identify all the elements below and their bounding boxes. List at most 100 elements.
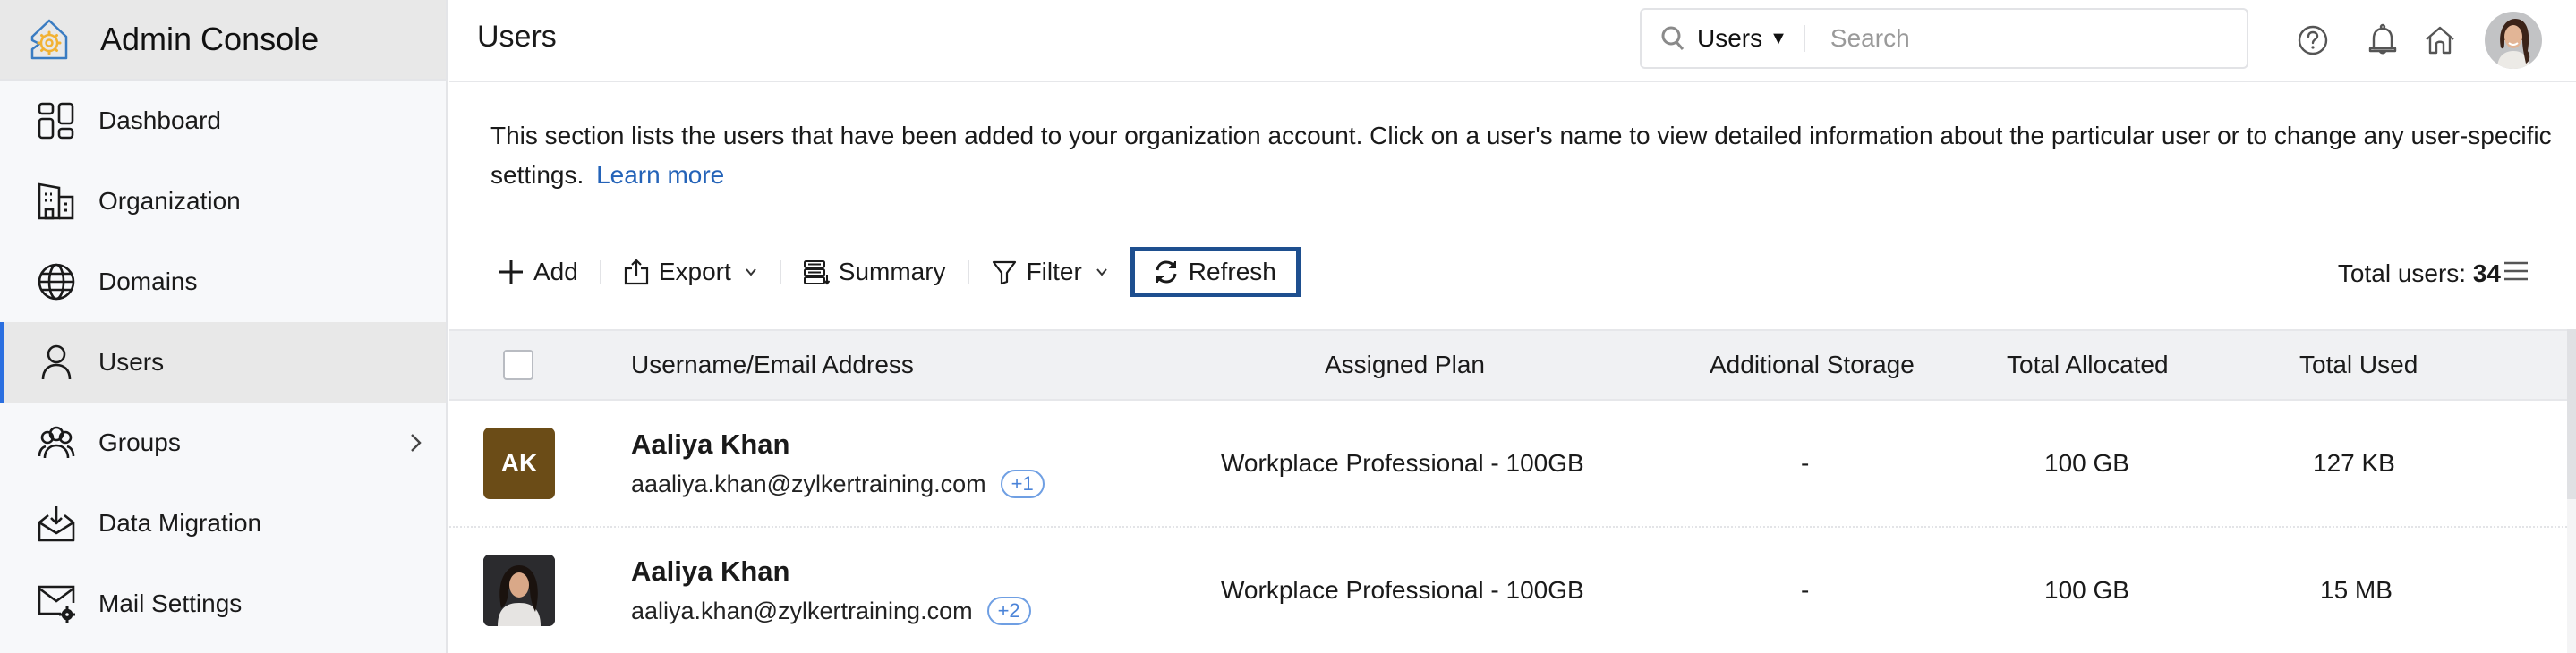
filter-label: Filter: [1026, 258, 1082, 285]
add-button[interactable]: Add: [489, 247, 587, 297]
help-icon[interactable]: [2295, 22, 2331, 58]
total-allocated-cell: 100 GB: [2044, 576, 2129, 604]
dashboard-icon: [38, 102, 75, 140]
sidebar-item-groups[interactable]: Groups: [0, 403, 446, 483]
table-row[interactable]: AK Aaliya Khan aaaliya.khan@zylkertraini…: [449, 401, 2567, 528]
table-scrollbar[interactable]: [2567, 329, 2576, 653]
description-text: This section lists the users that have b…: [490, 122, 2552, 189]
chevron-down-icon: [1096, 268, 1107, 276]
sidebar-item-label: Domains: [98, 267, 198, 295]
filter-icon: [991, 259, 1018, 285]
email-text: aaliya.khan@zylkertraining.com: [631, 597, 973, 624]
sidebar-item-data-migration[interactable]: Data Migration: [0, 483, 446, 564]
filter-button[interactable]: Filter: [982, 247, 1118, 297]
export-icon: [623, 259, 650, 285]
list-menu-icon[interactable]: [2503, 258, 2529, 284]
user-cell: Aaliya Khan aaliya.khan@zylkertraining.c…: [631, 555, 1031, 625]
summary-button[interactable]: Summary: [794, 247, 955, 297]
users-table: Username/Email Address Assigned Plan Add…: [449, 329, 2567, 653]
header-actions: [2295, 0, 2576, 81]
column-username[interactable]: Username/Email Address: [631, 351, 914, 379]
page-title: Users: [477, 20, 557, 54]
column-total-used[interactable]: Total Used: [2299, 351, 2418, 379]
total-users-count: Total users: 34: [2338, 259, 2501, 288]
summary-icon: [803, 259, 830, 285]
home-icon[interactable]: [2422, 22, 2458, 58]
sidebar-item-label: Organization: [98, 187, 241, 215]
user-icon: [38, 343, 75, 381]
sidebar-item-organization[interactable]: Organization: [0, 161, 446, 242]
sidebar-item-domains[interactable]: Domains: [0, 242, 446, 322]
caret-down-icon: ▼: [1770, 28, 1787, 48]
additional-storage-cell: -: [1801, 576, 1810, 604]
refresh-button[interactable]: Refresh: [1130, 247, 1301, 297]
user-cell: Aaliya Khan aaaliya.khan@zylkertraining.…: [631, 428, 1045, 498]
column-total-allocated[interactable]: Total Allocated: [2007, 351, 2169, 379]
add-label: Add: [533, 258, 578, 285]
assigned-plan-cell: Workplace Professional - 100GB: [1221, 576, 1584, 604]
profile-avatar[interactable]: [2485, 12, 2542, 69]
column-additional-storage[interactable]: Additional Storage: [1710, 351, 1915, 379]
plus-icon: [498, 259, 525, 285]
sidebar-item-label: Users: [98, 348, 165, 376]
table-row[interactable]: Aaliya Khan aaliya.khan@zylkertraining.c…: [449, 528, 2567, 653]
additional-storage-cell: -: [1801, 449, 1810, 477]
total-used-cell: 15 MB: [2320, 576, 2393, 604]
mail-settings-icon: [38, 585, 75, 623]
page-description: This section lists the users that have b…: [490, 116, 2567, 195]
sidebar-item-label: Mail Settings: [98, 589, 243, 617]
scrollbar-thumb[interactable]: [2567, 329, 2576, 499]
total-users-label: Total users:: [2337, 259, 2467, 287]
email-text: aaaliya.khan@zylkertraining.com: [631, 470, 986, 497]
building-icon: [38, 182, 75, 220]
sidebar-item-label: Data Migration: [98, 509, 262, 537]
sidebar: Admin Console Dashboard Organization Dom…: [0, 0, 448, 653]
toolbar-divider: [779, 260, 781, 284]
admin-console-logo-icon: [30, 19, 68, 60]
top-header: Users Users ▼: [449, 0, 2576, 82]
toolbar-divider: [599, 260, 601, 284]
search-scope-label: Users: [1697, 24, 1763, 52]
chevron-right-icon: [411, 434, 422, 452]
bell-icon[interactable]: [2365, 22, 2401, 58]
alias-count-badge[interactable]: +2: [986, 597, 1031, 625]
user-email: aaliya.khan@zylkertraining.com +2: [631, 597, 1031, 625]
table-header: Username/Email Address Assigned Plan Add…: [449, 329, 2567, 401]
user-avatar-photo: [483, 555, 555, 626]
search-input[interactable]: [1830, 24, 2247, 53]
total-users-value: 34: [2472, 259, 2501, 287]
select-all-checkbox[interactable]: [503, 350, 533, 380]
refresh-icon: [1153, 259, 1180, 285]
chevron-down-icon: [745, 268, 756, 276]
learn-more-link[interactable]: Learn more: [596, 161, 724, 189]
assigned-plan-cell: Workplace Professional - 100GB: [1221, 449, 1584, 477]
user-name-link[interactable]: Aaliya Khan: [631, 555, 1031, 588]
globe-icon: [38, 263, 75, 301]
export-label: Export: [658, 258, 731, 285]
toolbar: Add Export Summary Filter Refresh: [489, 245, 1301, 299]
search-scope-dropdown[interactable]: Users ▼: [1697, 24, 1787, 53]
search-divider: [1803, 25, 1805, 52]
search-icon: [1661, 26, 1685, 50]
user-name-link[interactable]: Aaliya Khan: [631, 428, 1045, 461]
search-bar: Users ▼: [1640, 8, 2248, 69]
brand-header: Admin Console: [0, 0, 446, 81]
sidebar-item-dashboard[interactable]: Dashboard: [0, 81, 446, 161]
user-avatar: AK: [483, 428, 555, 499]
inbox-download-icon: [38, 505, 75, 542]
summary-label: Summary: [838, 258, 946, 285]
alias-count-badge[interactable]: +1: [1000, 470, 1045, 498]
avatar-initials: AK: [500, 449, 538, 477]
user-email: aaaliya.khan@zylkertraining.com +1: [631, 470, 1045, 498]
app-title: Admin Console: [100, 21, 320, 57]
column-assigned-plan[interactable]: Assigned Plan: [1325, 351, 1485, 379]
main-content: This section lists the users that have b…: [449, 82, 2576, 653]
sidebar-item-mail-settings[interactable]: Mail Settings: [0, 564, 446, 644]
refresh-label: Refresh: [1188, 258, 1276, 285]
toolbar-divider: [967, 260, 969, 284]
total-used-cell: 127 KB: [2313, 449, 2395, 477]
sidebar-item-label: Groups: [98, 428, 181, 456]
sidebar-item-users[interactable]: Users: [0, 322, 446, 403]
group-icon: [38, 424, 75, 462]
export-button[interactable]: Export: [614, 247, 767, 297]
